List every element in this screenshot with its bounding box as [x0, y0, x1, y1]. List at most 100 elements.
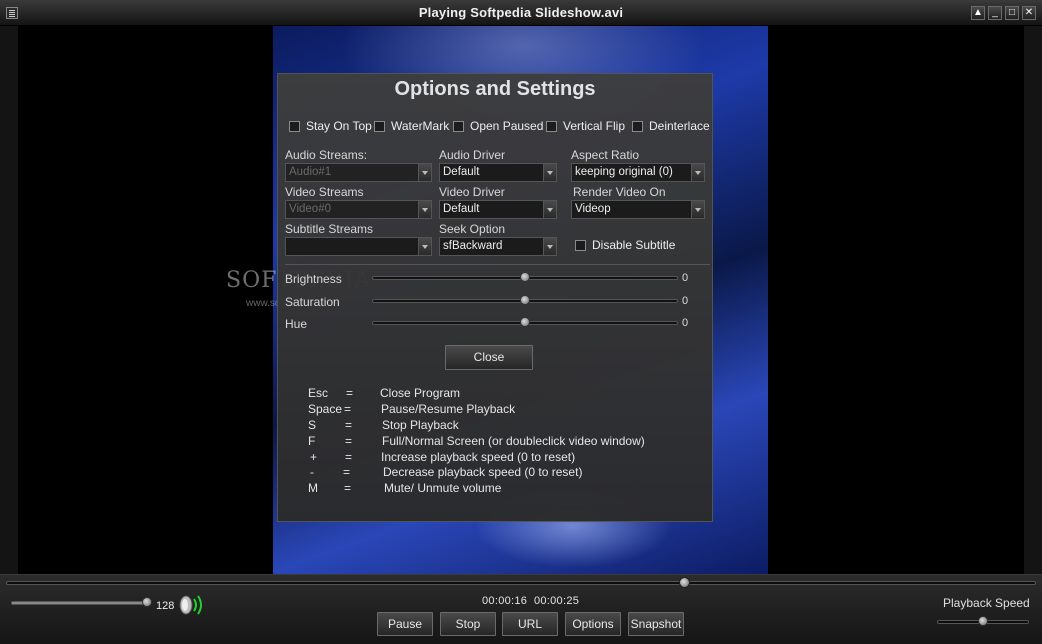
- subtitle-streams-label: Subtitle Streams: [285, 222, 374, 236]
- playback-speed-slider[interactable]: [937, 616, 1029, 627]
- seek-bar[interactable]: [6, 577, 1036, 588]
- seek-thumb[interactable]: [679, 577, 690, 588]
- shortcut-action: Full/Normal Screen (or doubleclick video…: [382, 434, 645, 448]
- brightness-slider[interactable]: [372, 272, 678, 283]
- window-title: Playing Softpedia Slideshow.avi: [418, 5, 624, 20]
- checkbox-label: Vertical Flip: [563, 119, 626, 133]
- hue-slider[interactable]: [372, 317, 678, 328]
- deinterlace-checkbox[interactable]: Deinterlace: [632, 119, 710, 133]
- checkbox-label: Disable Subtitle: [592, 238, 676, 252]
- brightness-label: Brightness: [285, 272, 342, 286]
- audio-streams-select[interactable]: Audio#1: [285, 163, 432, 182]
- shortcut-key: M: [308, 481, 318, 495]
- playback-speed-label: Playback Speed: [943, 596, 1030, 610]
- stay-on-top-checkbox[interactable]: Stay On Top: [289, 119, 372, 133]
- checkbox-label: Open Paused: [470, 119, 544, 133]
- snapshot-button[interactable]: Snapshot: [628, 612, 684, 636]
- slider-thumb[interactable]: [520, 295, 530, 305]
- shortcut-eq: =: [344, 402, 352, 416]
- slider-thumb[interactable]: [520, 272, 530, 282]
- hue-label: Hue: [285, 317, 308, 331]
- shortcut-eq: =: [344, 481, 352, 495]
- speaker-icon[interactable]: [177, 593, 209, 617]
- chevron-down-icon: [543, 238, 556, 255]
- video-driver-value: Default: [443, 203, 480, 215]
- seek-option-label: Seek Option: [439, 222, 506, 236]
- shortcut-key: S: [308, 418, 317, 432]
- time-display: 00:00:16 00:00:25: [482, 595, 579, 607]
- aspect-ratio-label: Aspect Ratio: [571, 148, 640, 162]
- checkbox-box[interactable]: [546, 120, 557, 132]
- open-paused-checkbox[interactable]: Open Paused: [453, 119, 543, 133]
- dialog-title: Options and Settings: [394, 78, 596, 100]
- checkbox-box[interactable]: [453, 120, 464, 132]
- shortcut-action: Decrease playback speed (0 to reset): [383, 465, 583, 479]
- close-button[interactable]: Close: [445, 345, 533, 370]
- hue-value: 0: [682, 317, 689, 329]
- chevron-down-icon: [543, 201, 556, 218]
- seek-track[interactable]: [6, 581, 1036, 585]
- title-bar: Playing Softpedia Slideshow.avi ▲ _ □ ✕: [0, 0, 1042, 26]
- url-button[interactable]: URL: [502, 612, 558, 636]
- volume-value: 128: [156, 600, 175, 612]
- shortcut-eq: =: [346, 386, 354, 400]
- shortcut-action: Increase playback speed (0 to reset): [381, 450, 576, 464]
- render-video-on-label: Render Video On: [573, 185, 666, 199]
- checkbox-box[interactable]: [632, 120, 643, 132]
- slider-thumb[interactable]: [520, 317, 530, 327]
- close-window-button[interactable]: ✕: [1022, 6, 1036, 20]
- checkbox-box[interactable]: [575, 239, 586, 251]
- pause-button[interactable]: Pause: [377, 612, 433, 636]
- shortcut-key: Space: [308, 402, 343, 416]
- saturation-label: Saturation: [285, 295, 340, 309]
- subtitle-streams-select[interactable]: [285, 237, 432, 256]
- checkbox-label: Deinterlace: [649, 119, 710, 133]
- video-driver-label: Video Driver: [439, 185, 505, 199]
- separator: [285, 264, 710, 265]
- audio-driver-select[interactable]: Default: [439, 163, 557, 182]
- video-streams-select[interactable]: Video#0: [285, 200, 432, 219]
- shortcut-eq: =: [345, 418, 353, 432]
- watermark-checkbox[interactable]: WaterMark: [374, 119, 449, 133]
- shortcut-key: Esc: [308, 386, 329, 400]
- shortcut-key: -: [310, 465, 314, 479]
- saturation-slider[interactable]: [372, 295, 678, 306]
- saturation-value: 0: [682, 295, 689, 307]
- maximize-button[interactable]: □: [1005, 6, 1019, 20]
- audio-streams-label: Audio Streams:: [285, 148, 368, 162]
- aspect-ratio-select[interactable]: keeping original (0): [571, 163, 705, 182]
- slider-thumb[interactable]: [978, 616, 988, 626]
- chevron-down-icon: [543, 164, 556, 181]
- brightness-value: 0: [682, 272, 689, 284]
- disable-subtitle-checkbox[interactable]: Disable Subtitle: [575, 238, 675, 252]
- current-time: 00:00:16: [482, 595, 528, 607]
- shortcut-eq: =: [345, 434, 353, 448]
- chevron-down-icon: [691, 164, 704, 181]
- audio-driver-value: Default: [443, 166, 480, 178]
- shortcut-eq: =: [343, 465, 351, 479]
- render-video-on-select[interactable]: Videop: [571, 200, 705, 219]
- vertical-flip-checkbox[interactable]: Vertical Flip: [546, 119, 625, 133]
- shortcut-action: Close Program: [380, 386, 461, 400]
- minimize-button[interactable]: _: [988, 6, 1002, 20]
- ontop-button[interactable]: ▲: [971, 6, 985, 20]
- aspect-ratio-value: keeping original (0): [575, 166, 673, 178]
- stop-button[interactable]: Stop: [440, 612, 496, 636]
- volume-slider[interactable]: [11, 597, 152, 608]
- chevron-down-icon: [418, 201, 431, 218]
- shortcut-action: Stop Playback: [382, 418, 459, 432]
- audio-driver-label: Audio Driver: [439, 148, 506, 162]
- shortcut-eq: =: [345, 450, 353, 464]
- checkbox-label: WaterMark: [391, 119, 450, 133]
- volume-fill: [12, 602, 147, 604]
- checkbox-box[interactable]: [374, 120, 385, 132]
- volume-thumb[interactable]: [142, 597, 152, 607]
- options-button[interactable]: Options: [565, 612, 621, 636]
- shortcut-key: F: [308, 434, 316, 448]
- seek-option-select[interactable]: sfBackward: [439, 237, 557, 256]
- total-time: 00:00:25: [533, 595, 580, 607]
- checkbox-box[interactable]: [289, 120, 300, 132]
- shortcut-key: +: [310, 450, 318, 464]
- video-streams-label: Video Streams: [285, 185, 364, 199]
- video-driver-select[interactable]: Default: [439, 200, 557, 219]
